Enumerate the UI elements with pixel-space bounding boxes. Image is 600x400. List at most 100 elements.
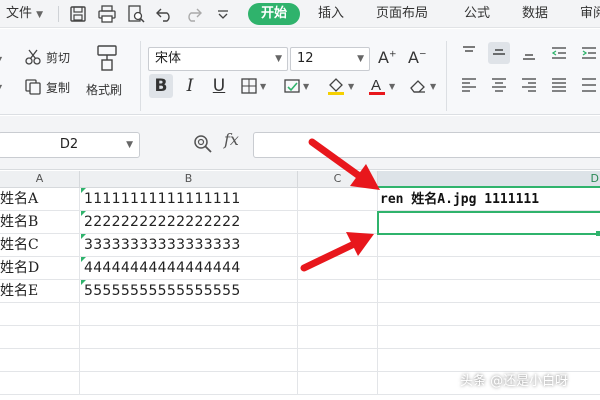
cell-b5[interactable]: 55555555555555555	[80, 280, 298, 303]
cell-a5[interactable]: 姓名E	[0, 280, 80, 303]
increase-font-button[interactable]: A+	[378, 45, 397, 69]
font-color-icon: A	[369, 77, 385, 95]
formula-bar: D2 ▼ fx	[0, 116, 600, 170]
cell-d1[interactable]: ren 姓名A.jpg 1111111	[378, 188, 600, 211]
cell-c5[interactable]	[298, 280, 378, 303]
align-bottom-icon[interactable]	[518, 42, 540, 64]
cell-a2[interactable]: 姓名B	[0, 211, 80, 234]
decrease-font-button[interactable]: A−	[408, 45, 427, 69]
paste-options-arrow[interactable]: ▼	[0, 75, 2, 99]
align-middle-icon[interactable]	[488, 42, 510, 64]
cell-c2[interactable]	[298, 211, 378, 234]
fill-handle[interactable]	[596, 231, 600, 236]
cell-style-button[interactable]: ▼	[283, 74, 309, 98]
save-icon[interactable]	[68, 4, 88, 24]
eraser-icon	[410, 80, 425, 93]
font-color-button[interactable]: A ▼	[367, 74, 395, 98]
print-preview-icon[interactable]	[126, 4, 146, 24]
tab-data[interactable]: 数据	[522, 0, 548, 28]
column-header-c[interactable]: C	[298, 171, 378, 188]
cell-c6[interactable]	[298, 303, 378, 326]
cell-c4[interactable]	[298, 257, 378, 280]
cell-a4[interactable]: 姓名D	[0, 257, 80, 280]
borders-button[interactable]: ▼	[240, 74, 266, 98]
cell-c8[interactable]	[298, 349, 378, 372]
cell-a8[interactable]	[0, 349, 80, 372]
cut-button[interactable]: 剪切	[24, 45, 70, 69]
formula-input[interactable]	[253, 132, 600, 158]
italic-button[interactable]: I	[178, 74, 202, 98]
table-row: 姓名D 44444444444444444	[0, 257, 600, 280]
decrease-font-icon: A−	[408, 47, 427, 67]
cell-a3[interactable]: 姓名C	[0, 234, 80, 257]
increase-indent-icon[interactable]	[578, 42, 600, 64]
font-name-select[interactable]: 宋体 ▼	[148, 47, 288, 71]
cell-d3[interactable]	[378, 234, 600, 257]
tab-page-layout[interactable]: 页面布局	[376, 0, 428, 28]
distributed-align-icon[interactable]	[578, 74, 600, 96]
font-name-value: 宋体	[155, 51, 182, 66]
cell-a9[interactable]	[0, 372, 80, 395]
decrease-indent-icon[interactable]	[548, 42, 570, 64]
format-painter-icon-wrap[interactable]	[86, 43, 122, 73]
paste-dropdown-arrow[interactable]: ▼	[0, 47, 2, 71]
table-row: 姓名E 55555555555555555	[0, 280, 600, 303]
customize-toolbar-icon[interactable]	[213, 4, 233, 24]
chevron-down-icon: ▼	[0, 55, 2, 64]
align-left-icon[interactable]	[458, 74, 480, 96]
copy-label: 复制	[46, 80, 71, 95]
name-box[interactable]: D2 ▼	[0, 132, 140, 158]
cell-c1[interactable]	[298, 188, 378, 211]
table-row: 姓名A 11111111111111111 ren 姓名A.jpg 111111…	[0, 188, 600, 211]
cell-b9[interactable]	[80, 372, 298, 395]
cell-a6[interactable]	[0, 303, 80, 326]
cell-c9[interactable]	[298, 372, 378, 395]
undo-icon[interactable]	[155, 4, 175, 24]
copy-button[interactable]: 复制	[24, 75, 70, 99]
cell-a1[interactable]: 姓名A	[0, 188, 80, 211]
bold-icon: B	[154, 76, 168, 96]
format-painter-label[interactable]: 格式刷	[86, 77, 122, 101]
underline-button[interactable]: U	[207, 74, 231, 98]
cell-c3[interactable]	[298, 234, 378, 257]
cell-b8[interactable]	[80, 349, 298, 372]
cell-b3[interactable]: 33333333333333333	[80, 234, 298, 257]
bold-button[interactable]: B	[149, 74, 173, 98]
cell-d6[interactable]	[378, 303, 600, 326]
align-right-icon[interactable]	[518, 74, 540, 96]
table-row	[0, 303, 600, 326]
cell-d8[interactable]	[378, 349, 600, 372]
tab-home[interactable]: 开始	[248, 3, 300, 25]
column-header-a[interactable]: A	[0, 171, 80, 188]
print-icon[interactable]	[97, 4, 117, 24]
tab-review[interactable]: 审阅	[580, 0, 600, 28]
cell-b7[interactable]	[80, 326, 298, 349]
cell-b1[interactable]: 11111111111111111	[80, 188, 298, 211]
clear-button[interactable]: ▼	[408, 74, 436, 98]
align-center-icon[interactable]	[488, 74, 510, 96]
tab-formulas[interactable]: 公式	[464, 0, 490, 28]
cell-b6[interactable]	[80, 303, 298, 326]
file-menu[interactable]: 文件 ▼	[6, 0, 43, 28]
cell-b4[interactable]: 44444444444444444	[80, 257, 298, 280]
zoom-icon[interactable]	[192, 133, 214, 155]
cell-a7[interactable]	[0, 326, 80, 349]
underline-icon: U	[212, 76, 226, 96]
cell-c7[interactable]	[298, 326, 378, 349]
font-size-select[interactable]: 12 ▼	[290, 47, 370, 71]
cell-d4[interactable]	[378, 257, 600, 280]
column-header-d[interactable]: D	[378, 171, 600, 188]
chevron-down-icon: ▼	[275, 54, 282, 64]
fill-color-button[interactable]: ▼	[326, 74, 354, 98]
format-painter-icon	[97, 45, 117, 71]
column-header-b[interactable]: B	[80, 171, 298, 188]
tab-insert[interactable]: 插入	[318, 0, 344, 28]
cell-b2[interactable]: 22222222222222222	[80, 211, 298, 234]
align-top-icon[interactable]	[458, 42, 480, 64]
cell-d5[interactable]	[378, 280, 600, 303]
borders-icon	[241, 78, 257, 94]
fx-icon[interactable]: fx	[224, 130, 239, 149]
redo-icon[interactable]	[183, 4, 203, 24]
justify-icon[interactable]	[548, 74, 570, 96]
cell-d7[interactable]	[378, 326, 600, 349]
